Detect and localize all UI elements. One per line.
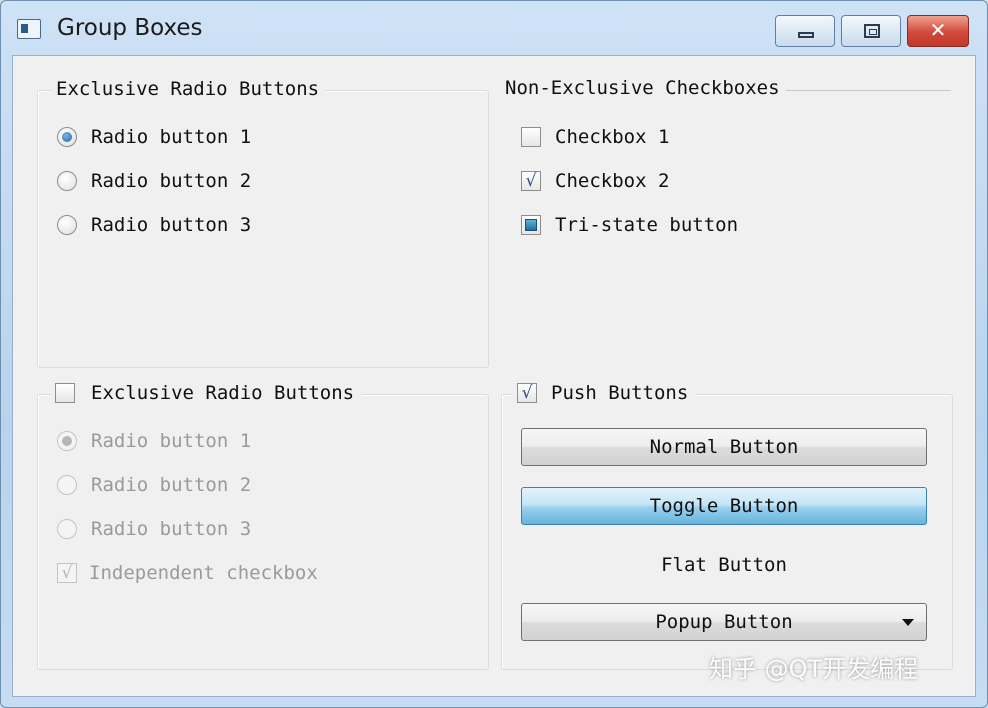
group-title: Push Buttons [551, 382, 689, 404]
disabled-radio-button-3[interactable]: Radio button 3 [57, 518, 251, 540]
dropdown-arrow-icon [902, 619, 914, 626]
normal-button[interactable]: Normal Button [521, 428, 927, 466]
radio-label: Radio button 1 [91, 126, 252, 148]
minimize-button[interactable] [775, 15, 835, 47]
radio-indicator[interactable] [57, 127, 77, 147]
minimize-icon [798, 32, 814, 38]
radio-indicator[interactable] [57, 475, 77, 495]
close-button[interactable]: ✕ [907, 15, 969, 47]
window-title: Group Boxes [57, 15, 203, 41]
popup-button[interactable]: Popup Button [521, 603, 927, 641]
tri-state-checkbox[interactable]: Tri-state button [521, 214, 738, 236]
checkbox-label: Checkbox 1 [555, 126, 670, 148]
popup-button-label: Popup Button [655, 611, 793, 633]
main-window: Group Boxes ✕ Exclusive Radio Buttons Ra… [0, 0, 988, 708]
radio-indicator[interactable] [57, 519, 77, 539]
maximize-icon [864, 24, 880, 38]
group-title: Exclusive Radio Buttons [52, 78, 326, 100]
independent-checkbox[interactable]: √ Independent checkbox [57, 562, 318, 584]
group-title: Exclusive Radio Buttons [91, 382, 355, 404]
tri-state-indicator[interactable] [521, 215, 541, 235]
title-bar[interactable]: Group Boxes ✕ [1, 1, 987, 55]
checkmark-icon[interactable]: √ [521, 171, 541, 191]
radio-label: Radio button 3 [91, 214, 252, 236]
close-icon: ✕ [929, 18, 947, 42]
checkbox-label: Checkbox 2 [555, 170, 670, 192]
checkmark-icon[interactable]: √ [57, 563, 77, 583]
checkbox-2[interactable]: √ Checkbox 2 [521, 170, 669, 192]
radio-button-1[interactable]: Radio button 1 [57, 126, 251, 148]
radio-button-3[interactable]: Radio button 3 [57, 214, 251, 236]
app-icon [17, 19, 41, 39]
disabled-radio-button-1[interactable]: Radio button 1 [57, 430, 251, 452]
client-area: Exclusive Radio Buttons Radio button 1 R… [12, 55, 976, 697]
checkmark-icon[interactable]: √ [517, 383, 537, 403]
checkbox-label: Tri-state button [555, 214, 739, 236]
toggle-button[interactable]: Toggle Button [521, 487, 927, 525]
nonexclusive-checkbox-group: Non-Exclusive Checkboxes [501, 77, 951, 99]
checkable-group-toggle[interactable]: Exclusive Radio Buttons [51, 382, 363, 404]
radio-indicator[interactable] [57, 431, 77, 451]
checkbox-1[interactable]: Checkbox 1 [521, 126, 669, 148]
maximize-button[interactable] [841, 15, 901, 47]
radio-indicator[interactable] [57, 171, 77, 191]
checkbox-label: Independent checkbox [89, 562, 318, 584]
disabled-radio-button-2[interactable]: Radio button 2 [57, 474, 251, 496]
radio-label: Radio button 1 [91, 430, 252, 452]
checkbox-indicator[interactable] [521, 127, 541, 147]
flat-button[interactable]: Flat Button [521, 546, 927, 584]
push-group-toggle[interactable]: √ Push Buttons [513, 382, 697, 404]
radio-label: Radio button 2 [91, 170, 252, 192]
group-title: Non-Exclusive Checkboxes [501, 77, 786, 99]
radio-indicator[interactable] [57, 215, 77, 235]
watermark-text: 知乎 @QT开发编程 [709, 655, 919, 683]
radio-label: Radio button 2 [91, 474, 252, 496]
group-checkbox-indicator[interactable] [55, 383, 75, 403]
radio-label: Radio button 3 [91, 518, 252, 540]
radio-button-2[interactable]: Radio button 2 [57, 170, 251, 192]
